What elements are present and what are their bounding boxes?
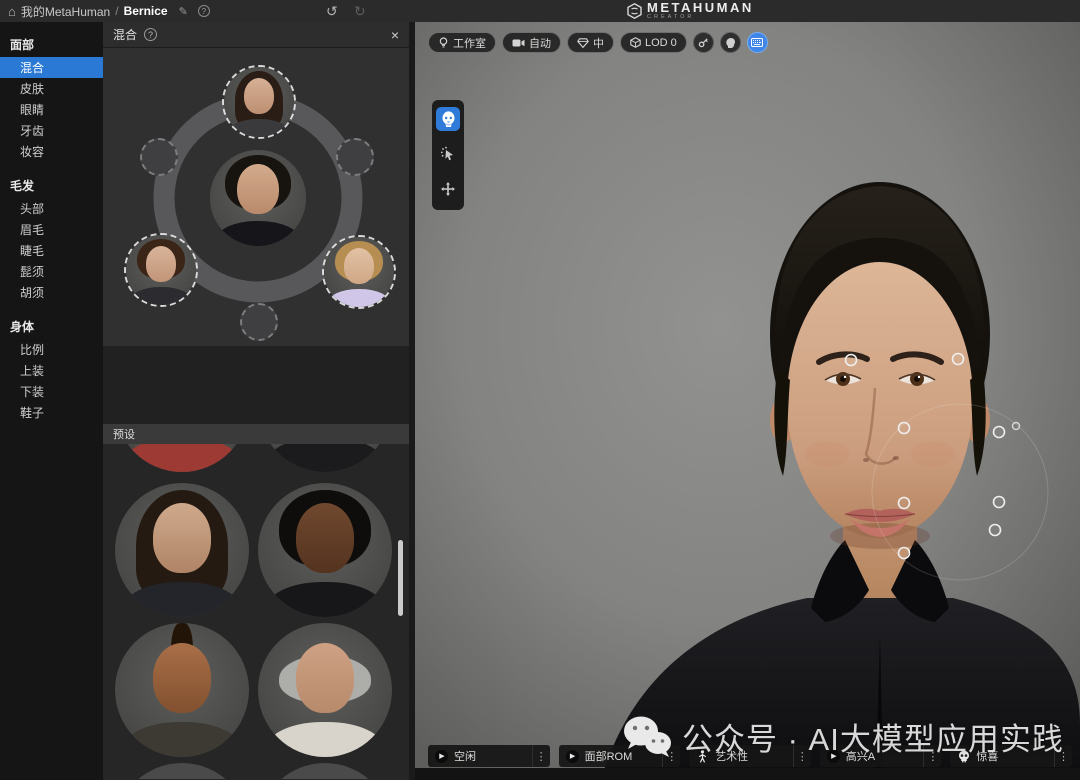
preset-thumb[interactable]: [258, 444, 392, 472]
preset-thumb[interactable]: [258, 763, 392, 779]
preset-thumb[interactable]: [115, 483, 249, 617]
close-icon[interactable]: ×: [391, 28, 399, 42]
sidebar-item-skin[interactable]: 皮肤: [0, 78, 103, 99]
viewport-3d[interactable]: 工作室 自动 中 LOD 0 ▶ 空闲 ⋮ ▶ 面部ROM ⋮ 艺术性 ⋮ ▶ …: [415, 22, 1080, 780]
keyboard-shortcuts-button[interactable]: [746, 32, 768, 53]
watermark: 公众号 · AI大模型应用实践: [621, 708, 1064, 764]
sidebar-item-tops[interactable]: 上装: [0, 360, 103, 381]
head-profile-icon: [726, 37, 735, 48]
watermark-text: 公众号 · AI大模型应用实践: [682, 721, 1064, 757]
key-icon: [698, 38, 708, 48]
sidebar-section-face: 面部: [10, 38, 35, 52]
blend-source-face: [224, 67, 294, 137]
wechat-icon: [624, 716, 671, 757]
character-render: [415, 22, 1080, 780]
undo-button[interactable]: ↺: [326, 3, 338, 20]
panel-viewport-divider: [409, 22, 415, 780]
logo-title: METAHUMAN: [647, 0, 754, 16]
sidebar-item-eyebrows[interactable]: 眉毛: [0, 219, 103, 240]
viewport-toolbar: 工作室 自动 中 LOD 0: [428, 32, 768, 53]
breadcrumb-separator: /: [115, 4, 119, 18]
sidebar-item-proportions[interactable]: 比例: [0, 339, 103, 360]
sidebar-item-head-hair[interactable]: 头部: [0, 198, 103, 219]
sidebar-item-eyelashes[interactable]: 睫毛: [0, 240, 103, 261]
sidebar-item-teeth[interactable]: 牙齿: [0, 120, 103, 141]
top-bar: ⌂ 我的MetaHuman / Bernice ✎ ? ↺ ↻ METAHUMA…: [0, 0, 1080, 22]
preset-thumb[interactable]: [115, 444, 249, 472]
metahuman-hex-icon: [627, 3, 642, 19]
presets-header: 预设: [103, 424, 409, 444]
head-preview-button[interactable]: [719, 32, 741, 53]
move-arrows-icon: [441, 182, 455, 196]
home-icon[interactable]: ⌂: [8, 5, 16, 18]
blend-anchor-portrait-top[interactable]: [222, 65, 296, 139]
groom-toggle-button[interactable]: [692, 32, 714, 53]
logo-subtitle: CREATOR: [647, 14, 695, 21]
play-icon: ▶: [435, 749, 448, 763]
breadcrumb-root[interactable]: 我的MetaHuman: [21, 3, 110, 20]
sculpt-hand-icon: [440, 146, 453, 161]
sidebar-item-bottoms[interactable]: 下装: [0, 381, 103, 402]
blend-center-current-face[interactable]: [210, 150, 306, 246]
presets-list[interactable]: [103, 444, 409, 779]
sidebar-item-blend[interactable]: 混合: [0, 57, 103, 78]
lod-button[interactable]: LOD 0: [620, 32, 687, 53]
blend-circle-widget[interactable]: [103, 48, 409, 346]
quality-diamond-icon: [577, 37, 589, 48]
blend-panel-spacer: [103, 346, 409, 424]
viewport-tool-stack: [432, 100, 464, 210]
blend-anchor-portrait-lower-left[interactable]: [124, 233, 198, 307]
preset-thumb[interactable]: [115, 623, 249, 757]
drag-sculpt-tool-button[interactable]: [436, 142, 460, 166]
blend-source-face: [324, 237, 394, 307]
preset-thumb[interactable]: [258, 623, 392, 757]
sidebar-item-beard[interactable]: 胡须: [0, 282, 103, 303]
breadcrumb-current: Bernice: [123, 4, 168, 18]
preset-thumb[interactable]: [258, 483, 392, 617]
presets-scrollbar[interactable]: [398, 540, 403, 616]
blend-help-icon[interactable]: ?: [144, 28, 158, 41]
keyboard-icon: [751, 38, 764, 47]
metahuman-creator-window: ⌂ 我的MetaHuman / Bernice ✎ ? ↺ ↻ METAHUMA…: [0, 0, 1080, 780]
blend-panel-header: 混合 ? ×: [103, 22, 409, 48]
blend-panel-title: 混合: [113, 28, 138, 42]
play-icon: ▶: [565, 749, 579, 763]
face-sculpt-tool-button[interactable]: [436, 107, 460, 131]
lod-cube-icon: [630, 37, 641, 48]
sidebar-section-hair: 毛发: [10, 179, 35, 193]
lighting-studio-button[interactable]: 工作室: [428, 32, 496, 53]
blend-anchor-portrait-lower-right[interactable]: [322, 235, 396, 309]
help-icon[interactable]: ?: [197, 5, 210, 17]
blend-anchor-empty-upper-left[interactable]: [140, 138, 178, 176]
metahuman-logo: METAHUMAN CREATOR: [627, 0, 754, 22]
presets-title: 预设: [113, 429, 135, 441]
blend-panel: 混合 ? × 预设: [103, 22, 409, 780]
blend-anchor-empty-upper-right[interactable]: [336, 138, 374, 176]
anim-idle-button[interactable]: ▶ 空闲 ⋮: [428, 745, 550, 767]
category-sidebar: 面部 混合 皮肤 眼睛 牙齿 妆容 毛发 头部 眉毛 睫毛 髭须 胡须 身体 比…: [0, 22, 103, 780]
quality-medium-button[interactable]: 中: [567, 32, 614, 53]
sidebar-section-body: 身体: [10, 320, 35, 334]
lightbulb-icon: [439, 37, 448, 48]
preset-thumb[interactable]: [115, 763, 249, 779]
sidebar-item-mustache[interactable]: 髭须: [0, 261, 103, 282]
sidebar-item-shoes[interactable]: 鞋子: [0, 402, 103, 423]
viewport-bottom-strip: [415, 768, 1080, 780]
breadcrumb: ⌂ 我的MetaHuman / Bernice ✎ ?: [0, 3, 210, 20]
kebab-menu-icon[interactable]: ⋮: [531, 745, 550, 767]
camera-auto-button[interactable]: 自动: [502, 32, 561, 53]
sidebar-item-eyes[interactable]: 眼睛: [0, 99, 103, 120]
face-icon: [442, 110, 454, 127]
blend-source-face: [126, 235, 196, 305]
redo-button[interactable]: ↻: [354, 3, 366, 20]
blend-anchor-empty-bottom[interactable]: [240, 303, 278, 341]
camera-icon: [512, 39, 525, 46]
move-tool-button[interactable]: [436, 177, 460, 201]
sidebar-item-makeup[interactable]: 妆容: [0, 141, 103, 162]
rename-pencil-icon[interactable]: ✎: [179, 5, 188, 18]
